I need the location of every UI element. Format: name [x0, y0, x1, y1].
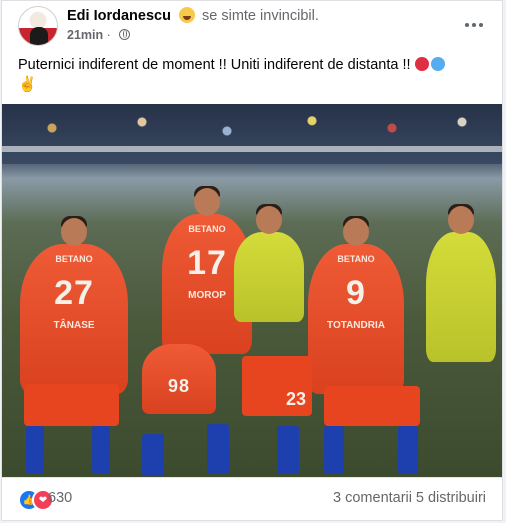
post-photo[interactable]: BETANO 27 TÂNASE BETANO 17 MOROP BETANO …	[2, 104, 502, 477]
victory-hand-emoji-icon: ✌	[18, 76, 37, 93]
player-vest	[426, 204, 496, 362]
author-name[interactable]: Edi Iordanescu	[67, 8, 171, 24]
player-27: BETANO 27 TÂNASE	[20, 216, 128, 394]
player-9: BETANO 9 TOTANDRIA	[308, 216, 404, 394]
player-shorts	[24, 384, 119, 426]
more-options-icon	[465, 23, 469, 27]
meta-separator: ·	[106, 28, 111, 42]
player-number: 9	[346, 274, 366, 312]
player-number: 27	[54, 274, 94, 312]
player-socks	[142, 434, 164, 476]
post-time[interactable]: 21min	[67, 28, 103, 42]
player-socks	[277, 426, 299, 474]
post-card: Edi Iordanescu se simte invincibil. 21mi…	[1, 0, 503, 521]
shares-link[interactable]: 5 distribuiri	[416, 490, 486, 506]
author-line: Edi Iordanescu se simte invincibil.	[67, 7, 319, 24]
more-options-icon-dot	[472, 23, 476, 27]
player-head	[194, 188, 220, 216]
more-options-button[interactable]	[460, 11, 488, 39]
more-options-icon-dot	[479, 23, 483, 27]
player-sponsor: BETANO	[188, 224, 226, 234]
player-socks	[324, 426, 344, 474]
player-socks	[207, 424, 229, 474]
player-sponsor: BETANO	[337, 254, 375, 264]
post-header: Edi Iordanescu se simte invincibil. 21mi…	[2, 1, 502, 51]
stadium-rail	[2, 146, 502, 152]
grinning-tear-emoji-icon	[178, 7, 195, 23]
player-shorts	[324, 386, 420, 426]
player-vest	[234, 204, 304, 322]
post-text-line1: Puternici indiferent de moment !! Uniti …	[18, 57, 411, 73]
stadium-crowd	[2, 104, 502, 164]
player-head	[256, 206, 282, 234]
feeling-text: se simte invincibil.	[202, 8, 319, 24]
player-head	[343, 218, 369, 246]
player-name: TOTANDRIA	[327, 320, 385, 331]
player-sponsor: BETANO	[55, 254, 93, 264]
player-shorts-23: 23	[242, 356, 312, 416]
player-name: TÂNASE	[53, 320, 95, 331]
player-socks	[92, 426, 110, 474]
post-meta: 21min ·	[67, 28, 131, 42]
author-avatar[interactable]	[18, 6, 58, 46]
player-socks	[26, 426, 44, 474]
player-head	[448, 206, 474, 234]
reaction-count[interactable]: 630	[48, 490, 72, 506]
comments-link[interactable]: 3 comentarii	[333, 490, 412, 506]
player-socks	[398, 426, 418, 474]
blue-circle-emoji-icon	[430, 57, 445, 71]
red-circle-emoji-icon	[414, 57, 429, 71]
globe-icon[interactable]	[119, 29, 131, 40]
player-number: 23	[285, 389, 306, 409]
player-number: 98	[167, 376, 191, 396]
post-footer: 👍 ❤ 630 3 comentarii 5 distribuiri	[2, 477, 502, 520]
player-head	[61, 218, 87, 246]
player-98: 98	[142, 344, 216, 414]
post-text: Puternici indiferent de moment !! Uniti …	[18, 55, 488, 95]
